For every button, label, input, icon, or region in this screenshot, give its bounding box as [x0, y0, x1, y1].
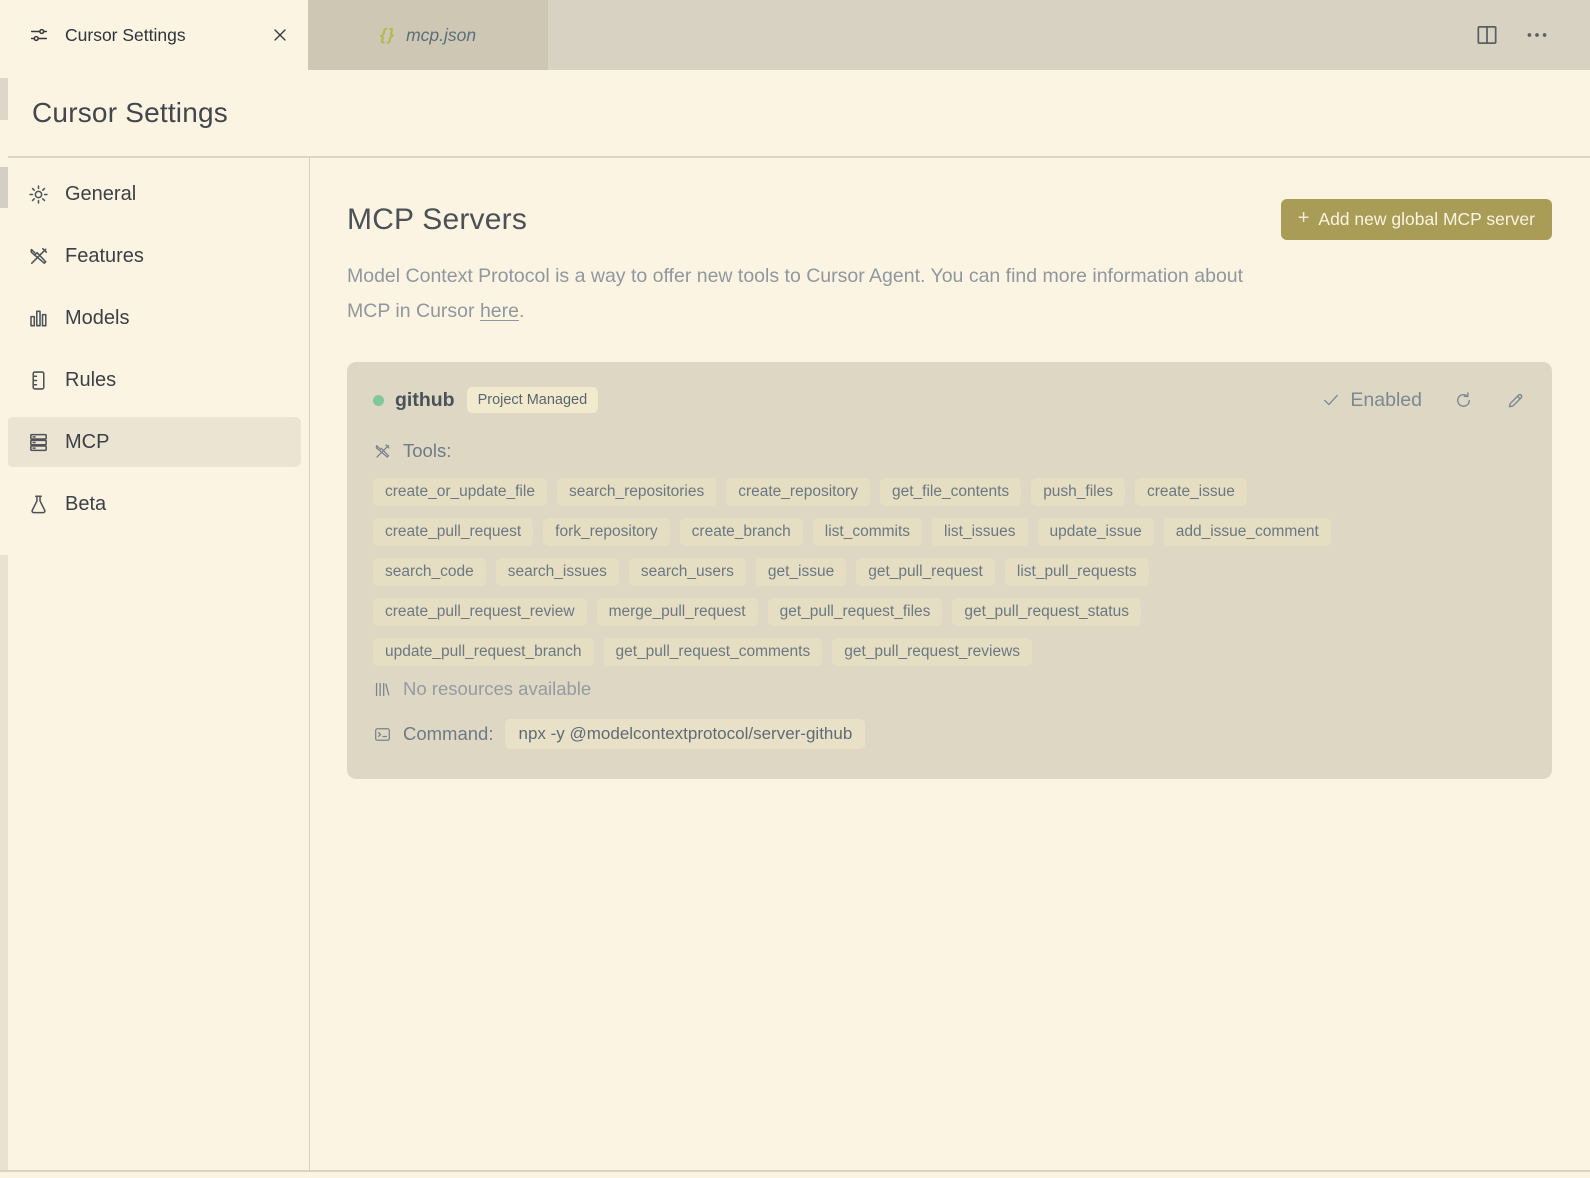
editor-tab-bar: Cursor Settings {} mcp.json [0, 0, 1590, 70]
tool-tag: create_repository [726, 478, 870, 506]
mcp-server-card-github: github Project Managed Enabled Tools: cr… [347, 362, 1552, 779]
tool-tag: update_pull_request_branch [373, 638, 594, 666]
sidebar-item-rules[interactable]: Rules [7, 355, 301, 405]
tool-tag: get_pull_request_status [952, 598, 1141, 626]
tool-tag: list_commits [812, 518, 923, 546]
flask-icon [27, 493, 50, 516]
server-name: github [395, 388, 455, 411]
tool-tag: fork_repository [543, 518, 670, 546]
tool-tag: create_issue [1134, 478, 1247, 506]
sidebar-item-label: MCP [65, 430, 110, 453]
page-title: MCP Servers [347, 202, 528, 236]
split-editor-button[interactable] [1474, 22, 1500, 48]
split-editor-icon [1474, 22, 1500, 48]
tool-tag: get_pull_request_files [767, 598, 943, 626]
gear-icon [27, 183, 50, 206]
mcp-settings-panel: MCP Servers + Add new global MCP server … [310, 158, 1590, 1170]
sliders-icon [28, 24, 50, 46]
project-managed-badge: Project Managed [466, 387, 599, 413]
tool-row: create_or_update_file search_repositories… [373, 478, 1526, 506]
enabled-status: Enabled [1350, 388, 1422, 411]
tool-tag: search_code [373, 558, 486, 586]
edit-button[interactable] [1505, 390, 1526, 411]
tools-icon [373, 442, 392, 461]
more-actions-button[interactable] [1524, 22, 1550, 48]
tab-label: Cursor Settings [65, 24, 186, 45]
sidebar-item-label: General [65, 182, 137, 205]
tool-tag: push_files [1031, 478, 1125, 506]
tools-label: Tools: [403, 440, 452, 461]
tool-row: update_pull_request_branch get_pull_reque… [373, 638, 1526, 666]
tool-tags: create_or_update_file search_repositories… [373, 478, 1526, 666]
more-icon [1524, 22, 1550, 48]
tool-tag: merge_pull_request [596, 598, 758, 626]
tool-tag: list_pull_requests [1004, 558, 1149, 586]
window-left-edge-segment [0, 167, 8, 208]
window-left-edge-segment [0, 78, 8, 120]
window-left-edge [0, 0, 8, 1170]
bottom-strip [0, 1170, 1590, 1178]
tab-label: mcp.json [406, 24, 477, 45]
sidebar-item-models[interactable]: Models [7, 293, 301, 343]
cursor-settings-window: Cursor Settings {} mcp.json Cursor Setti… [0, 0, 1590, 1178]
settings-sidebar: General Features Models Rules MCP Beta [0, 158, 310, 1170]
tool-tag: create_pull_request_review [373, 598, 587, 626]
command-value: npx -y @modelcontextprotocol/server-gith… [505, 719, 866, 749]
tab-strip [548, 0, 1590, 70]
sidebar-item-label: Models [65, 306, 130, 329]
check-icon [1321, 390, 1341, 410]
tool-tag: create_pull_request [373, 518, 534, 546]
add-global-mcp-server-button[interactable]: + Add new global MCP server [1280, 199, 1552, 240]
sidebar-item-mcp[interactable]: MCP [7, 417, 301, 467]
server-icon [27, 431, 50, 454]
tool-tag: search_issues [495, 558, 619, 586]
tool-tag: update_issue [1037, 518, 1154, 546]
plus-icon: + [1297, 207, 1310, 229]
tool-row: create_pull_request fork_repository create… [373, 518, 1526, 546]
tool-tag: get_file_contents [879, 478, 1022, 506]
tool-tag: get_issue [755, 558, 847, 586]
mcp-description: Model Context Protocol is a way to offer… [347, 265, 1244, 322]
here-link[interactable]: here [480, 300, 519, 322]
tools-icon [27, 245, 50, 268]
resources-text: No resources available [403, 678, 592, 699]
settings-header: Cursor Settings [0, 70, 1590, 158]
tool-tag: get_pull_request_comments [603, 638, 823, 666]
tool-tag: search_repositories [556, 478, 717, 506]
tool-tag: list_issues [932, 518, 1028, 546]
sidebar-item-beta[interactable]: Beta [7, 479, 301, 529]
refresh-icon [1453, 390, 1474, 411]
tool-row: search_code search_issues search_users get_… [373, 558, 1526, 586]
add-button-label: Add new global MCP server [1318, 209, 1535, 229]
server-status-dot [373, 394, 384, 406]
refresh-button[interactable] [1453, 390, 1474, 411]
tab-mcp-json[interactable]: {} mcp.json [308, 0, 548, 70]
tool-tag: create_branch [679, 518, 803, 546]
close-icon[interactable] [270, 25, 290, 45]
settings-title: Cursor Settings [32, 97, 228, 128]
tool-tag: get_pull_request [856, 558, 995, 586]
tool-tag: create_or_update_file [373, 478, 547, 506]
sidebar-item-label: Beta [65, 492, 107, 515]
tool-tag: add_issue_comment [1163, 518, 1331, 546]
tool-tag: get_pull_request_reviews [832, 638, 1033, 666]
pencil-icon [1505, 390, 1526, 411]
sidebar-item-label: Rules [65, 368, 117, 391]
terminal-icon [373, 725, 392, 744]
bar-chart-icon [27, 307, 50, 330]
command-label: Command: [403, 723, 494, 744]
tool-row: create_pull_request_review merge_pull_req… [373, 598, 1526, 626]
window-left-edge-lower [0, 555, 8, 1170]
braces-icon: {} [379, 25, 396, 44]
sidebar-item-features[interactable]: Features [7, 231, 301, 281]
rules-icon [27, 369, 50, 392]
tab-cursor-settings[interactable]: Cursor Settings [8, 0, 308, 70]
sidebar-item-label: Features [65, 244, 144, 267]
library-icon [373, 680, 392, 699]
tool-tag: search_users [628, 558, 746, 586]
sidebar-item-general[interactable]: General [7, 169, 301, 219]
